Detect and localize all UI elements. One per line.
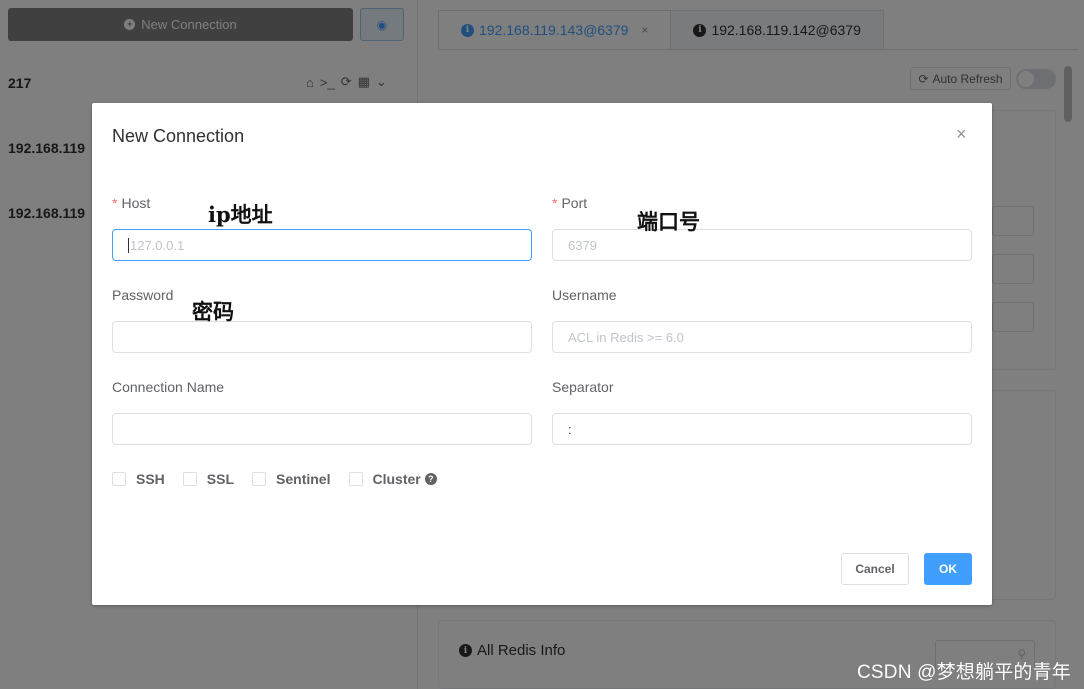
checkbox-box[interactable] — [252, 472, 267, 486]
connection-options: SSH SSL Sentinel Cluster ? — [112, 471, 455, 487]
close-icon[interactable]: × — [956, 125, 967, 143]
new-connection-dialog: New Connection × * Host 127.0.0.1 * Port 6… — [92, 103, 992, 605]
sentinel-checkbox[interactable]: Sentinel — [252, 471, 331, 487]
connection-name-input[interactable] — [112, 413, 532, 445]
annotation-password: 密码 — [192, 299, 234, 324]
annotation-port: 端口号 — [637, 209, 700, 234]
question-icon[interactable]: ? — [424, 473, 437, 485]
password-input[interactable] — [112, 321, 532, 353]
watermark: CSDN @梦想躺平的青年 — [857, 662, 1072, 683]
port-input[interactable]: 6379 — [552, 229, 972, 261]
checkbox-label: SSL — [206, 471, 235, 487]
checkbox-box[interactable] — [182, 472, 197, 486]
checkbox-label: Sentinel — [276, 471, 331, 487]
cluster-checkbox[interactable]: Cluster ? — [348, 471, 437, 487]
ok-button[interactable]: OK — [924, 553, 972, 585]
port-label: * Port — [552, 195, 588, 211]
checkbox-box[interactable] — [348, 472, 363, 486]
required-mark: * — [552, 195, 558, 211]
username-input[interactable]: ACL in Redis >= 6.0 — [552, 321, 972, 353]
username-label: Username — [552, 287, 617, 303]
host-input[interactable]: 127.0.0.1 — [112, 229, 532, 261]
connection-name-label: Connection Name — [112, 379, 225, 395]
username-placeholder: ACL in Redis >= 6.0 — [568, 329, 684, 345]
host-label: * Host — [112, 195, 151, 211]
separator-label: Separator — [552, 379, 614, 395]
text-caret — [128, 237, 129, 253]
password-label: Password — [112, 287, 174, 303]
required-mark: * — [112, 195, 118, 211]
annotation-host: ip地址 — [208, 202, 273, 227]
host-placeholder: 127.0.0.1 — [130, 237, 185, 253]
checkbox-box[interactable] — [112, 472, 126, 486]
checkbox-label: SSH — [136, 471, 165, 487]
port-placeholder: 6379 — [568, 237, 597, 253]
separator-input[interactable]: : — [552, 413, 972, 445]
dialog-title: New Connection — [112, 126, 245, 146]
separator-value: : — [568, 421, 572, 437]
checkbox-label: Cluster — [372, 471, 421, 487]
cancel-button[interactable]: Cancel — [841, 553, 909, 585]
ssh-checkbox[interactable]: SSH — [112, 471, 165, 487]
ssl-checkbox[interactable]: SSL — [182, 471, 235, 487]
